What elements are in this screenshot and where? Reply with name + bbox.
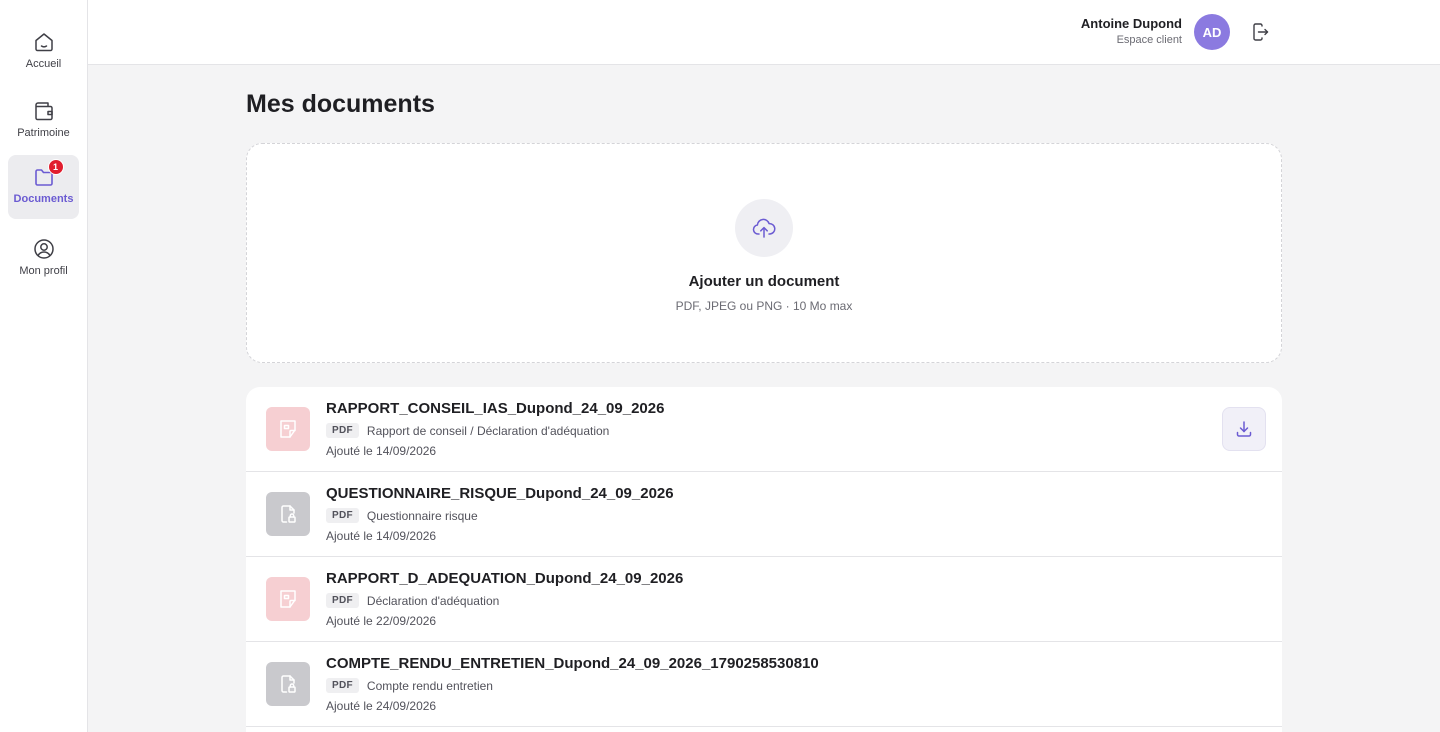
wallet-icon: [32, 99, 56, 123]
document-date: Ajouté le 24/09/2026: [326, 699, 437, 713]
sidebar-item-documents[interactable]: 1 Documents: [8, 155, 79, 219]
document-list: RAPPORT_CONSEIL_IAS_Dupond_24_09_2026 PD…: [246, 387, 1282, 732]
sidebar-item-accueil[interactable]: Accueil: [8, 20, 79, 84]
user-circle-icon: [32, 237, 56, 261]
app-root: Accueil Patrimoine 1 Documents Mon profi…: [0, 0, 1440, 732]
sidebar-item-mon-profil[interactable]: Mon profil: [8, 227, 79, 291]
top-bar: Antoine Dupond Espace client AD: [88, 0, 1440, 65]
avatar[interactable]: AD: [1194, 14, 1230, 50]
upload-subtitle: PDF, JPEG ou PNG · 10 Mo max: [675, 299, 853, 313]
document-meta: PDF Rapport de conseil / Déclaration d'a…: [326, 423, 609, 438]
sidebar: Accueil Patrimoine 1 Documents Mon profi…: [0, 0, 88, 732]
document-row[interactable]: QUESTIONNAIRE_RISQUE_Dupond_24_09_2026 P…: [246, 472, 1282, 557]
document-date: Ajouté le 22/09/2026: [326, 614, 437, 628]
locked-file-icon: [266, 492, 310, 536]
user-name: Antoine Dupond: [1080, 16, 1182, 31]
home-icon: [32, 30, 56, 54]
document-type: Rapport de conseil / Déclaration d'adéqu…: [366, 423, 610, 438]
locked-file-icon: [266, 662, 310, 706]
page-title: Mes documents: [246, 90, 435, 118]
document-meta: PDF Compte rendu entretien: [326, 678, 493, 693]
document-date: Ajouté le 14/09/2026: [326, 529, 437, 543]
cloud-upload-icon: [735, 199, 793, 257]
format-tag: PDF: [326, 593, 359, 608]
document-type: Questionnaire risque: [366, 508, 478, 523]
document-type: Déclaration d'adéquation: [366, 593, 500, 608]
format-tag: PDF: [326, 423, 359, 438]
document-row[interactable]: RAPPORT_D_ADEQUATION_Dupond_24_09_2026 P…: [246, 557, 1282, 642]
pdf-file-icon: [266, 407, 310, 451]
pdf-file-icon: [266, 577, 310, 621]
upload-dropzone[interactable]: Ajouter un document PDF, JPEG ou PNG · 1…: [246, 143, 1282, 363]
document-meta: PDF Questionnaire risque: [326, 508, 478, 523]
download-icon: [1234, 419, 1254, 439]
document-date: Ajouté le 14/09/2026: [326, 444, 437, 458]
sidebar-item-label: Mon profil: [19, 265, 68, 277]
document-row[interactable]: RAPPORT_CONSEIL_IAS_Dupond_24_09_2026 PD…: [246, 387, 1282, 472]
format-tag: PDF: [326, 678, 359, 693]
document-row[interactable]: COMPTE_RENDU_ENTRETIEN_Dupond_24_09_2026…: [246, 642, 1282, 727]
user-role: Espace client: [1116, 34, 1182, 46]
format-tag: PDF: [326, 508, 359, 523]
document-meta: PDF Déclaration d'adéquation: [326, 593, 499, 608]
document-type: Compte rendu entretien: [366, 678, 493, 693]
document-name[interactable]: RAPPORT_CONSEIL_IAS_Dupond_24_09_2026: [326, 400, 664, 417]
document-name[interactable]: QUESTIONNAIRE_RISQUE_Dupond_24_09_2026: [326, 485, 674, 502]
folder-icon: 1: [32, 159, 64, 189]
sidebar-item-label: Documents: [13, 193, 74, 205]
notification-badge: 1: [47, 159, 64, 175]
logout-icon: [1250, 22, 1270, 42]
download-button[interactable]: [1222, 407, 1266, 451]
document-name[interactable]: RAPPORT_D_ADEQUATION_Dupond_24_09_2026: [326, 570, 683, 587]
sidebar-item-patrimoine[interactable]: Patrimoine: [8, 89, 79, 153]
sidebar-item-label: Patrimoine: [17, 127, 70, 139]
sidebar-item-label: Accueil: [25, 58, 62, 70]
logout-button[interactable]: [1250, 22, 1270, 42]
upload-title: Ajouter un document: [688, 273, 840, 290]
user-info: Antoine Dupond Espace client: [1081, 16, 1182, 46]
document-name[interactable]: COMPTE_RENDU_ENTRETIEN_Dupond_24_09_2026…: [326, 655, 819, 672]
